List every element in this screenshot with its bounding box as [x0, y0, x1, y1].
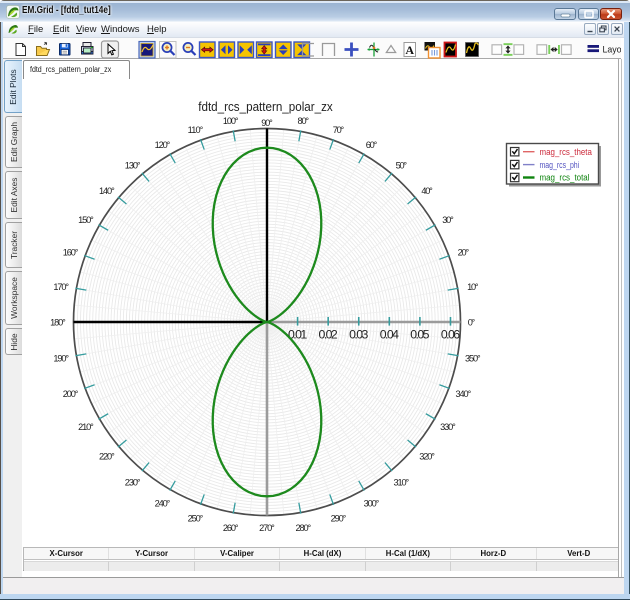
svg-text:190°: 190° [53, 354, 69, 364]
svg-text:110°: 110° [188, 125, 204, 135]
svg-text:310°: 310° [393, 477, 409, 487]
svg-text:70°: 70° [333, 125, 345, 135]
svg-text:40°: 40° [421, 186, 433, 196]
svg-text:20°: 20° [458, 247, 470, 257]
svg-text:300°: 300° [364, 498, 380, 508]
svg-text:fdtd_rcs_pattern_polar_zx: fdtd_rcs_pattern_polar_zx [198, 100, 333, 114]
svg-text:10°: 10° [467, 282, 479, 292]
svg-text:340°: 340° [456, 389, 472, 399]
svg-text:350°: 350° [465, 354, 481, 364]
svg-text:60°: 60° [366, 140, 378, 150]
svg-text:0.06: 0.06 [441, 327, 460, 341]
svg-text:200°: 200° [63, 389, 79, 399]
svg-text:240°: 240° [155, 498, 171, 508]
svg-text:270°: 270° [259, 523, 275, 533]
svg-text:220°: 220° [99, 452, 115, 462]
svg-text:mag_rcs_phi: mag_rcs_phi [540, 160, 580, 170]
svg-text:250°: 250° [188, 514, 204, 524]
svg-text:320°: 320° [419, 452, 435, 462]
svg-text:160°: 160° [63, 247, 79, 257]
svg-text:210°: 210° [78, 422, 94, 432]
svg-text:mag_rcs_total: mag_rcs_total [540, 173, 590, 183]
svg-text:180°: 180° [50, 317, 66, 327]
svg-text:170°: 170° [53, 282, 69, 292]
svg-text:0°: 0° [468, 317, 476, 327]
svg-text:90°: 90° [261, 118, 273, 128]
svg-text:0.02: 0.02 [319, 327, 338, 341]
svg-text:0.03: 0.03 [349, 327, 368, 341]
svg-text:50°: 50° [396, 161, 408, 171]
svg-text:0.04: 0.04 [380, 327, 399, 341]
svg-text:Layout: Layout [603, 45, 622, 55]
svg-text:290°: 290° [331, 514, 347, 524]
svg-text:mag_rcs_theta: mag_rcs_theta [540, 147, 592, 157]
svg-text:80°: 80° [298, 116, 310, 126]
svg-text:130°: 130° [125, 161, 141, 171]
svg-text:230°: 230° [125, 477, 141, 487]
svg-text:140°: 140° [99, 186, 115, 196]
svg-text:30°: 30° [442, 215, 454, 225]
svg-text:A: A [405, 43, 414, 57]
svg-text:0.05: 0.05 [410, 327, 429, 341]
svg-text:150°: 150° [78, 215, 94, 225]
svg-text:330°: 330° [440, 422, 456, 432]
svg-text:120°: 120° [155, 140, 171, 150]
svg-text:260°: 260° [223, 523, 239, 533]
svg-text:100°: 100° [223, 116, 239, 126]
svg-text:280°: 280° [295, 523, 311, 533]
